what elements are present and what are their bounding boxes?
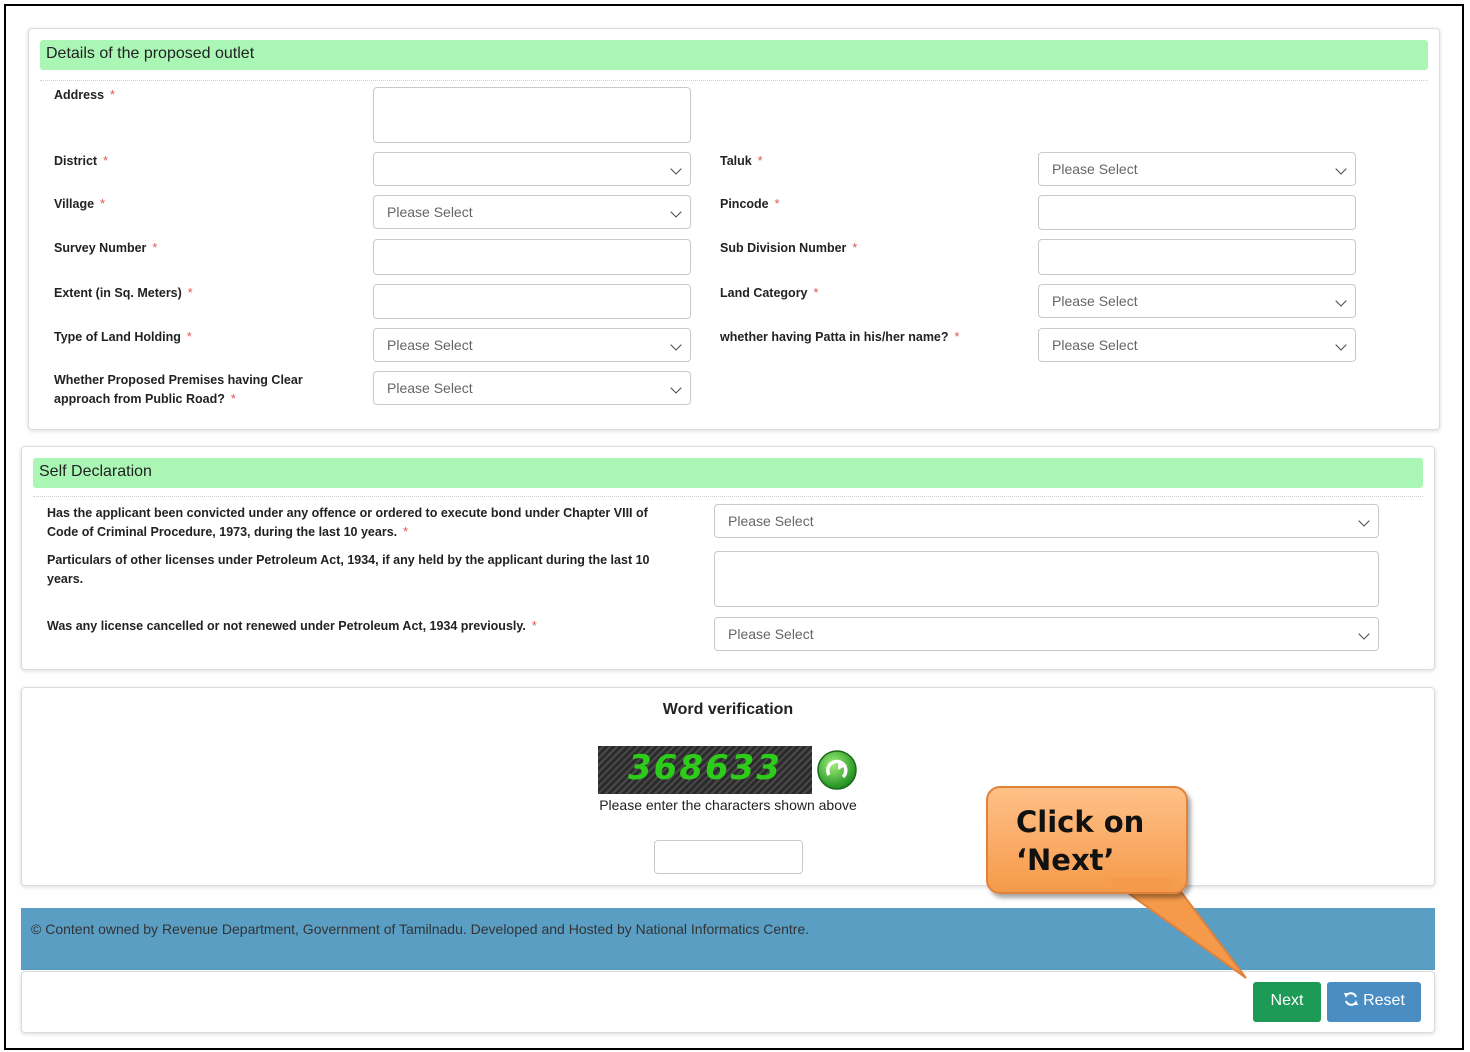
conviction-select[interactable]: Please Select xyxy=(714,504,1379,538)
land-holding-select[interactable]: Please Select xyxy=(373,328,691,362)
land-category-select[interactable]: Please Select xyxy=(1038,284,1356,318)
callout-click-next: Click on ‘Next’ xyxy=(986,786,1188,894)
public-road-approach-select[interactable]: Please Select xyxy=(373,371,691,405)
chevron-down-icon xyxy=(1358,628,1370,640)
sub-division-input[interactable] xyxy=(1038,239,1356,275)
license-cancelled-label: Was any license cancelled or not renewed… xyxy=(47,619,537,633)
patta-select[interactable]: Please Select xyxy=(1038,328,1356,362)
refresh-icon xyxy=(1344,992,1359,1006)
chevron-down-icon xyxy=(670,206,682,218)
divider xyxy=(33,496,1423,497)
taluk-label: Taluk * xyxy=(720,154,763,168)
footer-bar: © Content owned by Revenue Department, G… xyxy=(21,908,1435,970)
other-licenses-label: Particulars of other licenses under Petr… xyxy=(47,553,650,586)
self-declaration-title: Self Declaration xyxy=(39,463,152,480)
refresh-icon[interactable] xyxy=(816,749,858,791)
captcha-hint: Please enter the characters shown above xyxy=(599,797,857,813)
chevron-down-icon xyxy=(670,339,682,351)
outlet-details-header: Details of the proposed outlet xyxy=(40,40,1428,70)
reset-button[interactable]: Reset xyxy=(1327,982,1421,1022)
address-textarea[interactable] xyxy=(373,87,691,143)
chevron-down-icon xyxy=(670,163,682,175)
chevron-down-icon xyxy=(670,382,682,394)
sub-division-label: Sub Division Number * xyxy=(720,241,858,255)
license-cancelled-select[interactable]: Please Select xyxy=(714,617,1379,651)
chevron-down-icon xyxy=(1335,339,1347,351)
word-verification-title: Word verification xyxy=(662,701,794,718)
extent-label: Extent (in Sq. Meters) * xyxy=(54,286,193,300)
captcha-input[interactable] xyxy=(654,840,803,874)
chevron-down-icon xyxy=(1335,295,1347,307)
address-label: Address * xyxy=(54,88,115,102)
land-holding-label: Type of Land Holding * xyxy=(54,330,192,344)
self-declaration-header: Self Declaration xyxy=(33,458,1423,488)
chevron-down-icon xyxy=(1335,163,1347,175)
district-label: District * xyxy=(54,154,108,168)
action-panel xyxy=(21,971,1435,1033)
survey-number-input[interactable] xyxy=(373,239,691,275)
district-select[interactable] xyxy=(373,152,691,186)
other-licenses-textarea[interactable] xyxy=(714,551,1379,607)
captcha-image: 368633 xyxy=(598,746,812,794)
village-select[interactable]: Please Select xyxy=(373,195,691,229)
extent-input[interactable] xyxy=(373,284,691,319)
pincode-label: Pincode * xyxy=(720,197,780,211)
footer-text: © Content owned by Revenue Department, G… xyxy=(31,921,810,937)
outlet-details-title: Details of the proposed outlet xyxy=(46,45,255,62)
conviction-question-label: Has the applicant been convicted under a… xyxy=(47,506,648,539)
taluk-select[interactable]: Please Select xyxy=(1038,152,1356,186)
next-button[interactable]: Next xyxy=(1253,982,1321,1022)
chevron-down-icon xyxy=(1358,515,1370,527)
captcha-text: 368633 xyxy=(628,748,782,788)
pincode-input[interactable] xyxy=(1038,195,1356,230)
divider xyxy=(40,80,1428,81)
survey-number-label: Survey Number * xyxy=(54,241,158,255)
patta-label: whether having Patta in his/her name? * xyxy=(720,330,960,344)
public-road-approach-label: Whether Proposed Premises having Clear ap… xyxy=(54,373,303,406)
village-label: Village * xyxy=(54,197,105,211)
land-category-label: Land Category * xyxy=(720,286,819,300)
